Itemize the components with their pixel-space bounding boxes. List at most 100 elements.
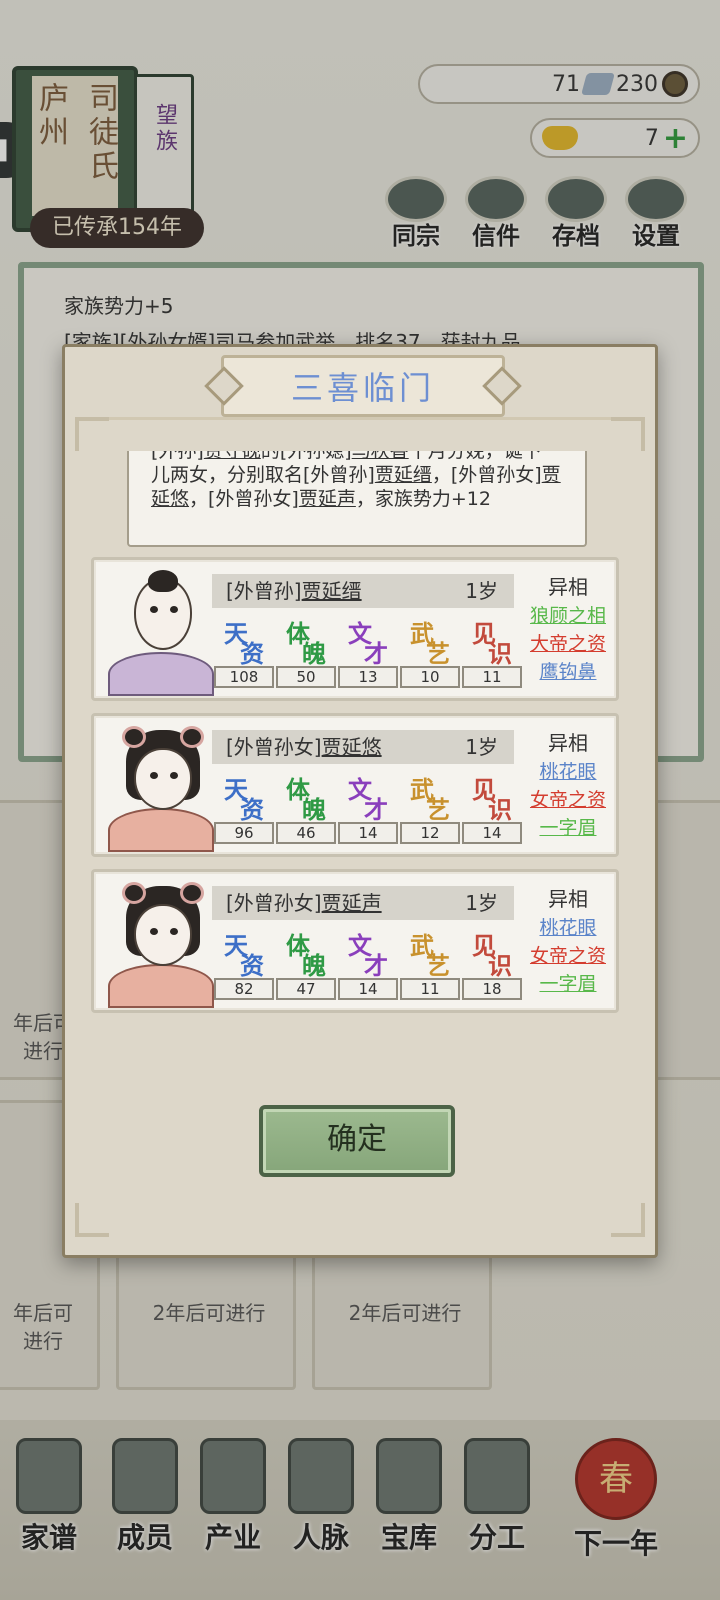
attribute-glyph: 才	[364, 795, 388, 824]
attribute-value: 13	[338, 666, 398, 688]
corner-ornament	[75, 1203, 109, 1237]
child-name-bar: [外曾孙女]贾延悠 1岁	[212, 730, 514, 764]
attribute-name: 见 识	[462, 926, 522, 980]
hair-bun	[180, 726, 204, 748]
attribute-value: 47	[276, 978, 336, 1000]
attribute-glyph: 艺	[426, 951, 450, 980]
eye	[170, 606, 178, 613]
attribute-value: 108	[214, 666, 274, 688]
corner-ornament	[611, 1203, 645, 1237]
trait-link[interactable]: 一字眉	[522, 814, 614, 842]
attribute-name: 见 识	[462, 770, 522, 824]
attribute-glyph: 艺	[426, 795, 450, 824]
attribute-block: 体 魄 47	[276, 926, 336, 1000]
attribute-block: 武 艺 11	[400, 926, 460, 1000]
attribute-glyph: 资	[240, 951, 264, 980]
attribute-name: 武 艺	[400, 770, 460, 824]
corner-ornament	[611, 417, 645, 451]
attribute-name: 文 才	[338, 614, 398, 668]
event-text: [外孙]贾守砚的[外孙媳]马秋香十月分娩，诞下一儿两女，分别取名[外曾孙]贾延缙…	[151, 451, 567, 511]
clothing	[108, 964, 214, 1008]
eye	[150, 772, 158, 779]
attribute-glyph: 识	[488, 951, 512, 980]
eye	[150, 928, 158, 935]
trait-link[interactable]: 桃花眼	[522, 758, 614, 786]
traits-header: 异相	[548, 731, 588, 755]
newborn-card[interactable]: [外曾孙]贾延缙 1岁 天 资 108 体 魄 50 文 才 13 武 艺 10…	[91, 557, 619, 701]
attribute-value: 50	[276, 666, 336, 688]
child-portrait	[108, 570, 214, 696]
traits-header: 异相	[548, 575, 588, 599]
attribute-name: 天 资	[214, 770, 274, 824]
attribute-value: 10	[400, 666, 460, 688]
attribute-block: 武 艺 12	[400, 770, 460, 844]
attribute-name: 武 艺	[400, 926, 460, 980]
event-text-part: 的[外孙媳]	[260, 451, 352, 462]
attribute-name: 文 才	[338, 770, 398, 824]
attribute-value: 14	[462, 822, 522, 844]
attribute-name: 天 资	[214, 926, 274, 980]
attribute-name: 文 才	[338, 926, 398, 980]
hair-bun	[122, 726, 146, 748]
person-link[interactable]: 贾守砚	[204, 451, 261, 462]
event-description[interactable]: [外孙]贾守砚的[外孙媳]马秋香十月分娩，诞下一儿两女，分别取名[外曾孙]贾延缙…	[127, 451, 587, 547]
attribute-value: 14	[338, 822, 398, 844]
eye	[150, 606, 158, 613]
child-relation: [外曾孙]	[226, 579, 302, 603]
attribute-glyph: 才	[364, 639, 388, 668]
face	[134, 748, 192, 810]
child-age: 1岁	[465, 891, 498, 915]
newborn-card[interactable]: [外曾孙女]贾延声 1岁 天 资 82 体 魄 47 文 才 14 武 艺 11…	[91, 869, 619, 1013]
attribute-name: 武 艺	[400, 614, 460, 668]
attribute-glyph: 艺	[426, 639, 450, 668]
attribute-value: 96	[214, 822, 274, 844]
person-link[interactable]: 马秋香	[352, 451, 409, 462]
person-link[interactable]: 贾延缙	[375, 464, 432, 486]
attribute-value: 11	[462, 666, 522, 688]
hair-bun	[122, 882, 146, 904]
hair	[148, 570, 178, 592]
attribute-value: 46	[276, 822, 336, 844]
attribute-value: 18	[462, 978, 522, 1000]
attribute-block: 天 资 108	[214, 614, 274, 688]
event-text-part: ，[外曾孙女]	[189, 488, 299, 510]
attribute-name: 天 资	[214, 614, 274, 668]
traits-column: 异相狼顾之相 大帝之资 鹰钩鼻	[522, 572, 614, 686]
confirm-button[interactable]: 确定	[259, 1105, 455, 1177]
child-name[interactable]: 贾延声	[322, 891, 382, 915]
traits-column: 异相桃花眼 女帝之资 一字眉	[522, 728, 614, 842]
attribute-glyph: 魄	[302, 639, 326, 668]
event-dialog: 三喜临门 [外孙]贾守砚的[外孙媳]马秋香十月分娩，诞下一儿两女，分别取名[外曾…	[62, 344, 658, 1258]
hair-bun	[180, 882, 204, 904]
attribute-block: 见 识 14	[462, 770, 522, 844]
trait-link[interactable]: 女帝之资	[522, 942, 614, 970]
trait-link[interactable]: 桃花眼	[522, 914, 614, 942]
child-portrait	[108, 882, 214, 1008]
attribute-glyph: 识	[488, 795, 512, 824]
child-relation: [外曾孙女]	[226, 735, 322, 759]
dialog-title: 三喜临门	[290, 369, 435, 407]
attribute-glyph: 魄	[302, 951, 326, 980]
newborn-card[interactable]: [外曾孙女]贾延悠 1岁 天 资 96 体 魄 46 文 才 14 武 艺 12…	[91, 713, 619, 857]
child-portrait	[108, 726, 214, 852]
clothing	[108, 808, 214, 852]
child-name[interactable]: 贾延缙	[302, 579, 362, 603]
person-link[interactable]: 贾延声	[299, 488, 356, 510]
trait-link[interactable]: 狼顾之相	[522, 602, 614, 630]
attribute-glyph: 资	[240, 795, 264, 824]
trait-link[interactable]: 一字眉	[522, 970, 614, 998]
trait-link[interactable]: 大帝之资	[522, 630, 614, 658]
child-name[interactable]: 贾延悠	[322, 735, 382, 759]
trait-link[interactable]: 鹰钩鼻	[522, 658, 614, 686]
attribute-name: 体 魄	[276, 926, 336, 980]
attribute-block: 体 魄 50	[276, 614, 336, 688]
traits-header: 异相	[548, 887, 588, 911]
trait-link[interactable]: 女帝之资	[522, 786, 614, 814]
event-text-part: ，家族势力+12	[355, 488, 491, 510]
eye	[170, 772, 178, 779]
attribute-block: 文 才 13	[338, 614, 398, 688]
clothing	[108, 652, 214, 696]
eye	[170, 928, 178, 935]
dialog-title-banner: 三喜临门	[221, 355, 505, 417]
child-relation: [外曾孙女]	[226, 891, 322, 915]
